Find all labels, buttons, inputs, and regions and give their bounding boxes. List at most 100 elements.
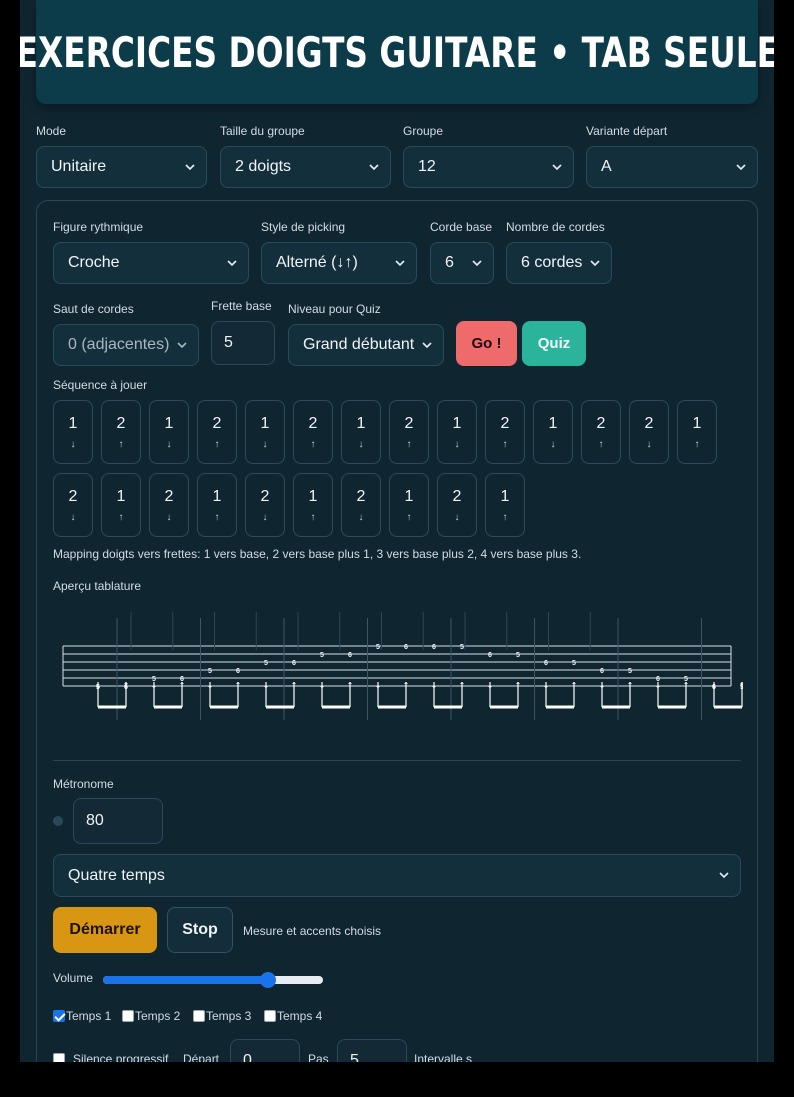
pick-direction: ↓ bbox=[550, 439, 556, 450]
pick-direction: ↓ bbox=[358, 439, 364, 450]
rhythm-value: Croche bbox=[68, 254, 120, 271]
picking-select[interactable]: Alterné (↓↑) bbox=[261, 242, 417, 284]
variant-select[interactable]: A bbox=[586, 146, 758, 188]
pick-direction: ↑ bbox=[214, 439, 220, 450]
sequence-cell: 2 ↑ bbox=[197, 400, 237, 464]
sequence-cell: 2 ↑ bbox=[293, 400, 333, 464]
chevron-down-icon bbox=[472, 260, 482, 267]
rhythm-label: Figure rythmique bbox=[53, 220, 144, 234]
finger-number: 2 bbox=[644, 415, 654, 432]
tab-fret-number: 5 bbox=[376, 644, 380, 651]
group-size-label: Taille du groupe bbox=[220, 124, 305, 138]
quiz-button[interactable]: Quiz bbox=[522, 321, 586, 366]
checkbox-box[interactable] bbox=[264, 1010, 276, 1022]
checkbox-box[interactable] bbox=[53, 1010, 65, 1022]
finger-number: 2 bbox=[260, 488, 270, 505]
mode-label: Mode bbox=[36, 124, 67, 138]
base-string-select[interactable]: 6 bbox=[430, 242, 494, 284]
step-input[interactable]: 5 bbox=[337, 1039, 407, 1062]
beat-indicator bbox=[53, 816, 63, 826]
pick-direction: ↓ bbox=[262, 512, 268, 523]
tab-fret-number: 6 bbox=[348, 652, 352, 659]
string-skip-value: 0 (adjacentes) bbox=[68, 336, 170, 353]
meter-select[interactable]: Quatre temps bbox=[53, 854, 741, 897]
pick-direction: ↓ bbox=[646, 439, 652, 450]
tab-fret-number: 5 bbox=[628, 668, 632, 675]
beat-2-checkbox[interactable]: Temps 2 bbox=[122, 1009, 180, 1023]
stop-button[interactable]: Stop bbox=[167, 907, 233, 953]
variant-value: A bbox=[601, 158, 612, 175]
pick-direction: ↓ bbox=[70, 512, 76, 523]
picking-value: Alterné (↓↑) bbox=[276, 254, 358, 271]
pick-direction: ↑ bbox=[310, 512, 316, 523]
volume-label: Volume bbox=[53, 971, 94, 985]
string-skip-label: Saut de cordes bbox=[53, 302, 134, 316]
finger-number: 1 bbox=[500, 488, 510, 505]
sequence-cell: 2 ↓ bbox=[53, 473, 93, 537]
checkbox-box[interactable] bbox=[53, 1053, 65, 1062]
pick-direction: ↑ bbox=[406, 512, 412, 523]
bpm-input[interactable]: 80 bbox=[73, 798, 163, 844]
sequence-cell: 1 ↓ bbox=[341, 400, 381, 464]
mapping-text: Mapping doigts vers frettes: 1 vers base… bbox=[53, 547, 582, 561]
sequence-cell: 1 ↓ bbox=[533, 400, 573, 464]
beat-4-checkbox[interactable]: Temps 4 bbox=[264, 1009, 322, 1023]
pick-direction: ↑ bbox=[502, 512, 508, 523]
chevron-down-icon bbox=[227, 260, 237, 267]
quiz-level-label: Niveau pour Quiz bbox=[288, 302, 381, 316]
page-title: EXERCICES DOIGTS GUITARE • TAB SEULE bbox=[20, 27, 774, 77]
sequence-cell: 2 ↑ bbox=[485, 400, 525, 464]
tab-preview-label: Aperçu tablature bbox=[53, 579, 142, 593]
metronome-label: Métronome bbox=[53, 777, 114, 791]
finger-number: 1 bbox=[68, 415, 78, 432]
start-button[interactable]: Démarrer bbox=[53, 907, 157, 953]
pick-direction: ↓ bbox=[454, 439, 460, 450]
tablature-preview: 5↓6↑5↓6↑5↓6↑5↓6↑5↓6↑5↓6↑6↓5↑6↓5↑6↓5↑6↓5↑… bbox=[62, 612, 743, 720]
chevron-down-icon bbox=[395, 260, 405, 267]
finger-number: 1 bbox=[308, 488, 318, 505]
silence-checkbox[interactable]: Silence progressif bbox=[53, 1052, 168, 1062]
sequence-cell: 2 ↓ bbox=[245, 473, 285, 537]
base-string-label: Corde base bbox=[430, 220, 493, 234]
start-field-input[interactable]: 0 bbox=[230, 1039, 300, 1062]
beat-1-checkbox[interactable]: Temps 1 bbox=[53, 1009, 111, 1023]
group-size-select[interactable]: 2 doigts bbox=[220, 146, 391, 188]
mode-select[interactable]: Unitaire bbox=[36, 146, 207, 188]
tab-fret-number: 6 bbox=[236, 668, 240, 675]
base-fret-input[interactable]: 5 bbox=[211, 321, 275, 365]
sequence-label: Séquence à jouer bbox=[53, 378, 148, 392]
pick-direction: ↓ bbox=[358, 512, 364, 523]
volume-thumb[interactable] bbox=[260, 972, 276, 988]
tab-fret-number: 5 bbox=[264, 660, 268, 667]
group-value: 12 bbox=[418, 158, 436, 175]
start-field-label: Départ bbox=[183, 1052, 220, 1062]
string-count-select[interactable]: 6 cordes bbox=[506, 242, 612, 284]
beat-3-checkbox[interactable]: Temps 3 bbox=[193, 1009, 251, 1023]
tab-fret-number: 6 bbox=[404, 644, 408, 651]
quiz-level-select[interactable]: Grand débutant bbox=[288, 324, 444, 366]
pick-direction: ↑ bbox=[214, 512, 220, 523]
finger-number: 2 bbox=[596, 415, 606, 432]
finger-number: 1 bbox=[692, 415, 702, 432]
silence-label: Silence progressif bbox=[73, 1052, 169, 1062]
meter-value: Quatre temps bbox=[68, 866, 165, 884]
volume-slider[interactable] bbox=[103, 972, 323, 988]
pick-direction: ↓ bbox=[70, 439, 76, 450]
tab-fret-number: 5 bbox=[208, 668, 212, 675]
tab-fret-number: 6 bbox=[488, 652, 492, 659]
finger-number: 1 bbox=[452, 415, 462, 432]
pick-direction: ↑ bbox=[598, 439, 604, 450]
picking-label: Style de picking bbox=[261, 220, 346, 234]
pick-direction: ↑ bbox=[310, 439, 316, 450]
sequence-cell: 2 ↓ bbox=[149, 473, 189, 537]
divider bbox=[53, 760, 741, 761]
checkbox-box[interactable] bbox=[193, 1010, 205, 1022]
sequence-cell: 1 ↓ bbox=[437, 400, 477, 464]
group-select[interactable]: 12 bbox=[403, 146, 574, 188]
string-skip-select[interactable]: 0 (adjacentes) bbox=[53, 324, 199, 366]
go-button[interactable]: Go ! bbox=[456, 321, 517, 366]
step-label: Pas bbox=[308, 1052, 329, 1062]
checkbox-box[interactable] bbox=[122, 1010, 134, 1022]
sequence-cell: 1 ↓ bbox=[245, 400, 285, 464]
rhythm-select[interactable]: Croche bbox=[53, 242, 249, 284]
